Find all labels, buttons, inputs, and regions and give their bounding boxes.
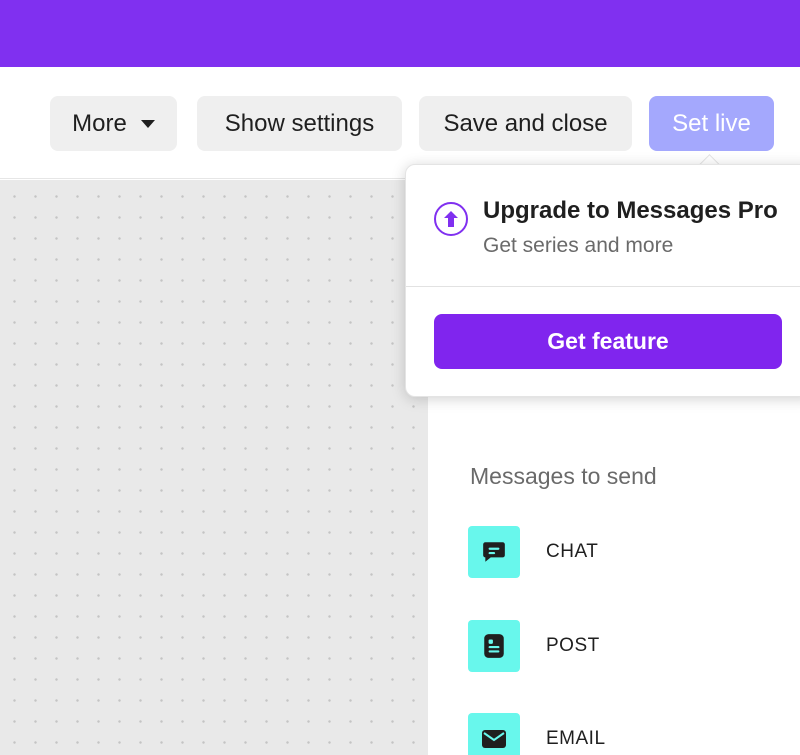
save-and-close-label: Save and close [443,109,608,137]
save-and-close-button[interactable]: Save and close [419,96,632,151]
message-type-email[interactable]: EMAIL [468,713,788,755]
builder-canvas[interactable] [0,180,428,755]
get-feature-label: Get feature [547,328,669,354]
popover-divider [406,286,800,287]
chat-bubble-icon [468,526,520,578]
message-type-label: CHAT [546,541,599,562]
set-live-button[interactable]: Set live [649,96,774,151]
more-label: More [72,109,127,137]
popover-title: Upgrade to Messages Pro [483,197,778,224]
get-feature-button[interactable]: Get feature [434,314,782,369]
envelope-icon [468,713,520,755]
set-live-label: Set live [672,109,751,137]
post-document-icon [468,620,520,672]
messages-section-title: Messages to send [470,463,657,489]
caret-down-icon [140,119,155,128]
top-bar [0,0,800,67]
message-type-label: EMAIL [546,728,606,749]
message-type-label: POST [546,635,600,656]
toolbar: More Show settings Save and close Set li… [0,67,800,179]
upload-arrow-circle-icon [433,201,469,237]
message-type-chat[interactable]: CHAT [468,526,788,578]
show-settings-label: Show settings [224,109,375,137]
message-type-post[interactable]: POST [468,620,788,672]
show-settings-button[interactable]: Show settings [197,96,402,151]
popover-subtitle: Get series and more [483,234,674,257]
upgrade-popover: Upgrade to Messages Pro Get series and m… [405,164,800,397]
more-dropdown-button[interactable]: More [50,96,177,151]
